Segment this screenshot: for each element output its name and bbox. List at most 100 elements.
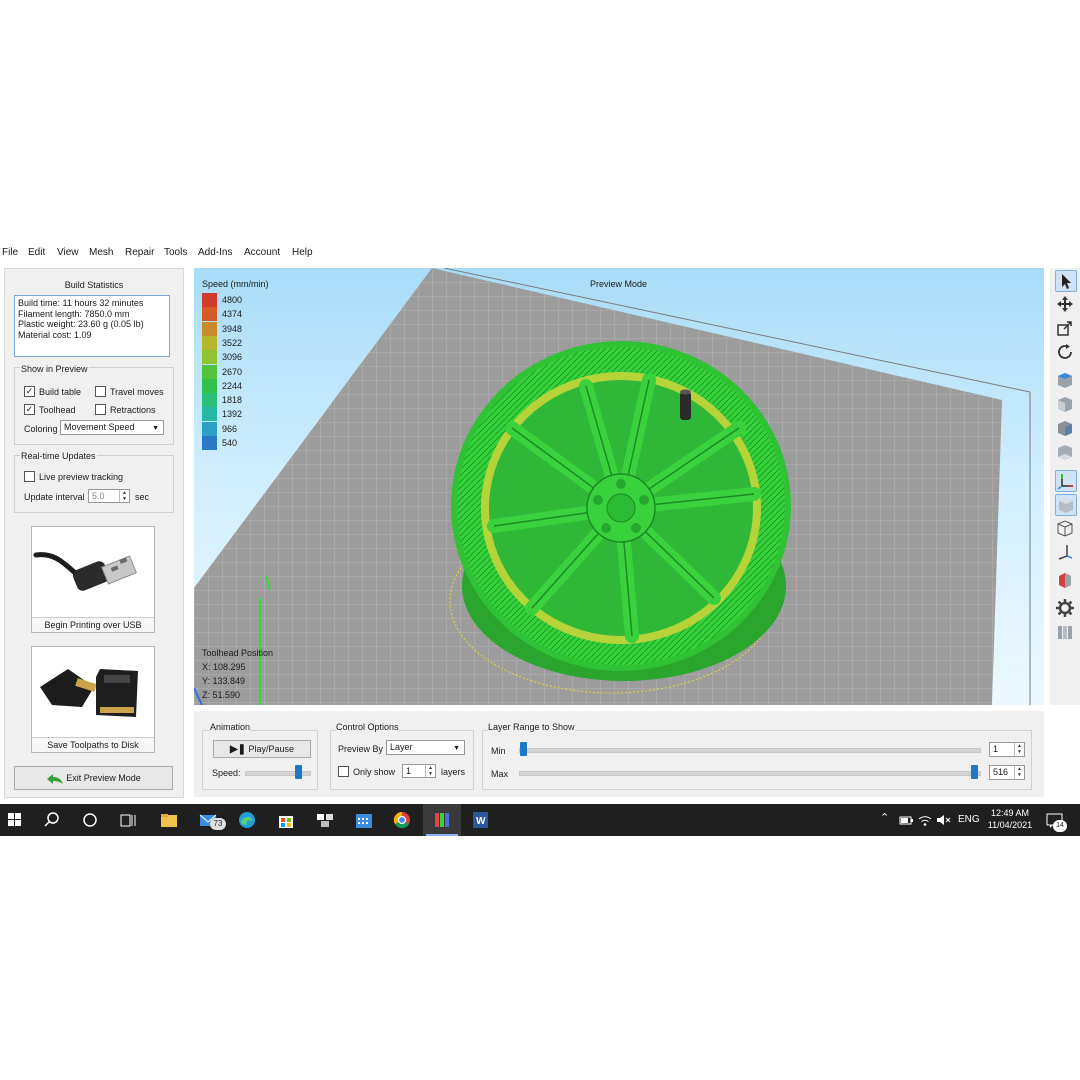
store-icon[interactable]	[276, 810, 296, 830]
legend-value: 4374	[222, 309, 243, 320]
tray-chevron-up-icon[interactable]: ⌃	[880, 811, 889, 824]
play-pause-icon: ▶❚	[229, 744, 247, 755]
clock[interactable]: 12:49 AM 11/04/2021	[984, 807, 1036, 831]
view-front-button[interactable]	[1055, 394, 1075, 414]
legend-swatch	[202, 364, 217, 379]
rotate-icon	[1058, 344, 1072, 359]
layers-stack-icon	[1058, 626, 1072, 639]
animation-title: Animation	[210, 722, 251, 732]
menu-help[interactable]: Help	[292, 247, 313, 258]
update-interval-spinbox[interactable]: 5.0 ▲ ▼	[88, 489, 130, 503]
travel-moves-checkbox[interactable]: Travel moves	[95, 386, 164, 397]
calendar-icon[interactable]	[354, 810, 374, 830]
show-axes-button[interactable]	[1055, 470, 1077, 492]
bottom-control-panel: Animation ▶❚ Play/Pause Speed: Control O…	[194, 711, 1044, 797]
toolhead-x: X: 108.295	[202, 662, 246, 672]
max-slider-track	[519, 771, 981, 776]
volume-muted-icon[interactable]	[935, 812, 955, 832]
menu-edit[interactable]: Edit	[28, 247, 45, 258]
legend-value: 1818	[222, 395, 243, 406]
menu-file[interactable]: File	[2, 247, 18, 258]
meshmixer-app-icon[interactable]	[432, 810, 452, 830]
word-icon[interactable]: W	[470, 810, 490, 830]
legend-swatch	[202, 421, 217, 436]
save-toolpaths-card[interactable]: Save Toolpaths to Disk	[31, 646, 155, 753]
view-side-button[interactable]	[1055, 418, 1075, 438]
section-view-button[interactable]	[1055, 570, 1075, 590]
layer-range-title: Layer Range to Show	[488, 722, 575, 732]
build-statistics-title: Build Statistics	[64, 280, 124, 290]
retractions-checkbox[interactable]: Retractions	[95, 404, 156, 415]
speed-slider-handle[interactable]	[295, 765, 303, 779]
coloring-select[interactable]: Movement Speed ▼	[60, 420, 164, 435]
min-slider-handle[interactable]	[520, 742, 527, 756]
realtime-updates-group: Real-time Updates Live preview tracking …	[14, 451, 174, 513]
check-icon: ✓	[24, 404, 35, 415]
edge-browser-icon[interactable]	[237, 810, 257, 830]
print-queue-button[interactable]	[1055, 622, 1075, 642]
preview-by-select[interactable]: Layer ▼	[386, 740, 465, 755]
checkbox-empty-icon	[24, 471, 35, 482]
min-label: Min	[491, 746, 506, 756]
menu-repair[interactable]: Repair	[125, 247, 154, 258]
exit-preview-mode-button[interactable]: Exit Preview Mode	[14, 766, 173, 790]
min-layer-spinbox[interactable]: 1 ▲ ▼	[989, 742, 1025, 757]
gear-icon	[1056, 599, 1074, 617]
file-explorer-icon[interactable]	[159, 810, 179, 830]
legend-value: 1392	[222, 409, 243, 420]
build-table-checkbox[interactable]: ✓ Build table	[24, 386, 81, 397]
legend-value: 4800	[222, 295, 243, 305]
clock-date: 11/04/2021	[987, 820, 1033, 830]
search-icon[interactable]	[42, 810, 62, 830]
only-show-checkbox[interactable]: Only show	[338, 766, 395, 777]
windows-start-icon[interactable]	[5, 810, 25, 830]
legend-swatch	[202, 335, 217, 350]
menu-bar: File Edit View Mesh Repair Tools Add-Ins…	[0, 244, 1080, 262]
legend-swatch	[202, 393, 217, 408]
material-cost: Material cost: 1.09	[18, 329, 92, 340]
3d-preview-viewport[interactable]: Speed (mm/min) Preview Mode Toolhead Pos…	[194, 268, 1044, 705]
move-tool-button[interactable]	[1055, 294, 1075, 314]
language-indicator[interactable]: ENG	[958, 814, 980, 825]
menu-account[interactable]: Account	[244, 247, 280, 258]
control-options-title: Control Options	[336, 722, 399, 732]
view-top-button[interactable]	[1055, 370, 1075, 390]
mail-badge: 73	[210, 818, 226, 830]
speed-label: Speed:	[212, 768, 241, 778]
menu-view[interactable]: View	[57, 247, 79, 258]
left-panel: Build Statistics Build time: 11 hours 32…	[4, 268, 184, 798]
scale-tool-button[interactable]	[1055, 318, 1075, 338]
toolhead-checkbox[interactable]: ✓ Toolhead	[24, 404, 76, 415]
begin-printing-usb-card[interactable]: Begin Printing over USB	[31, 526, 155, 633]
only-show-spinbox[interactable]: 1 ▲ ▼	[402, 764, 436, 778]
play-pause-button[interactable]: ▶❚ Play/Pause	[213, 740, 311, 758]
chrome-icon[interactable]	[392, 810, 412, 830]
battery-icon[interactable]	[898, 812, 918, 832]
live-preview-tracking-checkbox[interactable]: Live preview tracking	[24, 471, 123, 482]
active-app-indicator	[426, 834, 458, 836]
menu-tools[interactable]: Tools	[164, 247, 187, 258]
max-label: Max	[491, 769, 509, 779]
cortana-icon[interactable]	[80, 810, 100, 830]
wireframe-view-button[interactable]	[1055, 518, 1075, 538]
menu-add-ins[interactable]: Add-Ins	[198, 247, 232, 258]
settings-button[interactable]	[1055, 598, 1075, 618]
cube-side-icon	[1058, 421, 1072, 436]
max-layer-spinbox[interactable]: 516 ▲ ▼	[989, 765, 1025, 780]
min-slider-track	[519, 748, 981, 753]
wifi-icon[interactable]	[917, 812, 937, 832]
build-statistics-box[interactable]: Build time: 11 hours 32 minutes Filament…	[14, 295, 170, 357]
coloring-value: Movement Speed	[64, 422, 135, 432]
solid-view-button[interactable]	[1055, 494, 1077, 516]
preview-mode-title: Preview Mode	[590, 279, 648, 289]
select-tool-button[interactable]	[1055, 270, 1077, 292]
rotate-tool-button[interactable]	[1055, 342, 1075, 362]
view-bottom-button[interactable]	[1055, 442, 1075, 462]
max-slider-handle[interactable]	[971, 765, 978, 779]
legend-swatch	[202, 293, 217, 307]
menu-mesh[interactable]: Mesh	[89, 247, 113, 258]
align-to-plate-button[interactable]	[1055, 542, 1075, 562]
app-windows-icon[interactable]	[315, 810, 335, 830]
retractions-label: Retractions	[110, 404, 156, 415]
task-view-icon[interactable]	[118, 810, 138, 830]
